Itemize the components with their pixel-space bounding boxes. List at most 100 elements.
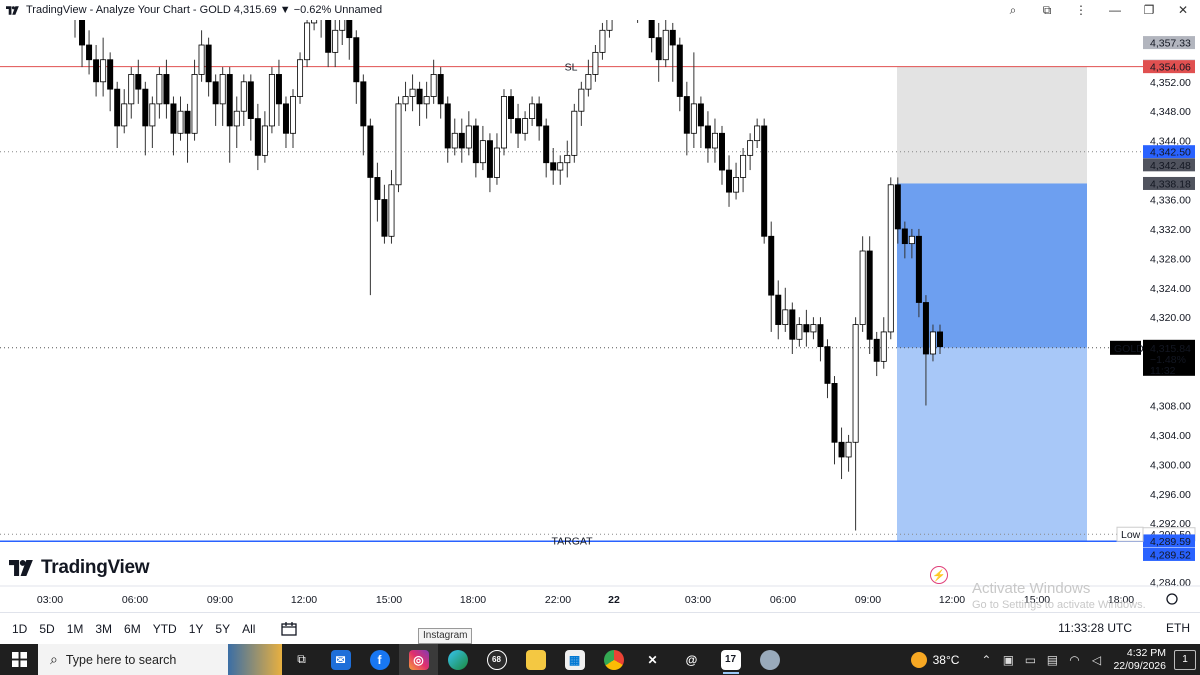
time-tick-label: 12:00 [939,594,965,606]
chevron-up-icon[interactable]: ⌃ [975,653,997,667]
target-label: TARGAT [551,536,593,548]
range-3m[interactable]: 3M [89,622,118,636]
time-tick-label: 12:00 [291,594,317,606]
whatsapp-icon[interactable]: 68 [477,644,516,675]
store-icon[interactable]: ▦ [555,644,594,675]
candle-body [142,88,149,127]
clock-time: 4:32 PM [1126,646,1166,659]
price-tick-label: 4,332.00 [1150,224,1191,236]
price-label-text: 4,354.06 [1150,62,1191,74]
candle-body [437,74,444,105]
settings-icon[interactable] [1166,593,1178,605]
candle-body [282,103,289,134]
price-tick-label: 4,296.00 [1150,489,1191,501]
candle-body [880,331,887,362]
candle-body [444,103,451,149]
app-icon[interactable] [750,644,789,675]
task-view-icon[interactable]: ⧉ [282,644,321,675]
range-1m[interactable]: 1M [61,622,90,636]
network-icon[interactable]: ▤ [1041,653,1063,667]
range-5d[interactable]: 5D [33,622,60,636]
price-tick-label: 4,348.00 [1150,106,1191,118]
wifi-icon[interactable]: ◠ [1063,653,1085,667]
sun-icon [910,651,927,668]
candle-body [803,324,810,333]
threads-icon[interactable]: @ [672,644,711,675]
battery-icon[interactable]: ▭ [1019,653,1041,667]
whatsapp-badge: 68 [486,649,507,670]
candle-body [114,88,121,127]
extension-icon[interactable]: ⧉ [1030,0,1064,20]
x-icon[interactable]: ✕ [633,644,672,675]
countdown-text: 11:32 [1150,365,1176,377]
candle-body [135,74,142,90]
candle-body [149,103,156,127]
instagram-icon[interactable]: ◎ [399,644,438,675]
clock-date: 22/09/2026 [1113,659,1166,672]
minimize-icon[interactable]: — [1098,0,1132,20]
file-explorer-icon[interactable] [516,644,555,675]
candle-body [929,331,936,355]
tradingview-taskbar-icon[interactable]: 17 [711,644,750,675]
chrome-icon[interactable] [594,644,633,675]
candle-body [79,20,86,46]
time-tick-label: 03:00 [37,594,63,606]
chart-pane[interactable]: SL TARGAT 4,352.00 4,348.00 4,344.00 4,336.00… [0,20,1200,610]
range-6m[interactable]: 6M [118,622,147,636]
range-all[interactable]: All [236,622,261,636]
menu-icon[interactable]: ⋮ [1064,0,1098,20]
lightning-icon[interactable]: ⚡ [930,566,948,584]
candle-body [887,184,894,333]
candle-body [205,44,212,83]
price-chart[interactable]: SLTARGAT4,352.004,348.004,344.004,336.00… [0,20,1200,610]
currency-selector[interactable]: ETH [1166,621,1190,635]
candle-body [669,29,676,46]
time-tick-label: 09:00 [207,594,233,606]
system-clock[interactable]: 4:32 PM 22/09/2026 [1113,647,1166,673]
price-tick-label: 4,328.00 [1150,253,1191,265]
notification-icon[interactable]: 1 [1174,649,1196,670]
time-tick-label: 18:00 [460,594,486,606]
price-label-text: 4,342.50 [1150,147,1191,159]
candle-body [796,324,803,340]
calendar-icon[interactable] [279,620,299,638]
weather-widget[interactable]: 38°C [910,651,959,668]
volume-icon[interactable]: ◁ [1085,653,1107,667]
candle-body [107,59,114,90]
edge-icon[interactable] [438,644,477,675]
zoom-icon[interactable]: ⌕ [996,0,1030,20]
utc-clock[interactable]: 11:33:28 UTC [1058,621,1132,635]
restore-icon[interactable]: ❐ [1132,0,1166,20]
price-label-text: 4,357.33 [1150,38,1191,50]
device-icon[interactable]: ▣ [997,653,1019,667]
facebook-icon[interactable]: f [360,644,399,675]
candle-body [465,125,472,149]
sl-label: SL [565,62,578,74]
candle-body [339,20,346,31]
candle-body [416,88,423,105]
candle-body [789,309,796,340]
candle-body [86,44,93,61]
candle-body [184,110,191,134]
mail-icon[interactable]: ✉ [321,644,360,675]
range-1d[interactable]: 1D [6,622,33,636]
range-5y[interactable]: 5Y [209,622,236,636]
watermark-subtitle: Go to Settings to activate Windows. [972,599,1146,611]
windows-start-icon[interactable] [0,644,38,675]
candle-body [268,74,275,127]
range-1y[interactable]: 1Y [183,622,210,636]
candle-body [592,51,599,75]
candle-body [381,199,388,237]
candle-body [564,154,571,164]
price-label-text: 4,342.48 [1150,160,1191,172]
candle-body [817,324,824,348]
candle-body [845,441,852,458]
range-ytd[interactable]: YTD [147,622,183,636]
candle-body [472,125,479,164]
candle-body [557,162,564,171]
close-icon[interactable]: ✕ [1166,0,1200,20]
tradingview-logo-icon [6,4,20,16]
price-tick-label: 4,324.00 [1150,283,1191,295]
tradingview-logo-icon [9,560,33,576]
taskbar-search[interactable]: ⌕ Type here to search [38,644,282,675]
